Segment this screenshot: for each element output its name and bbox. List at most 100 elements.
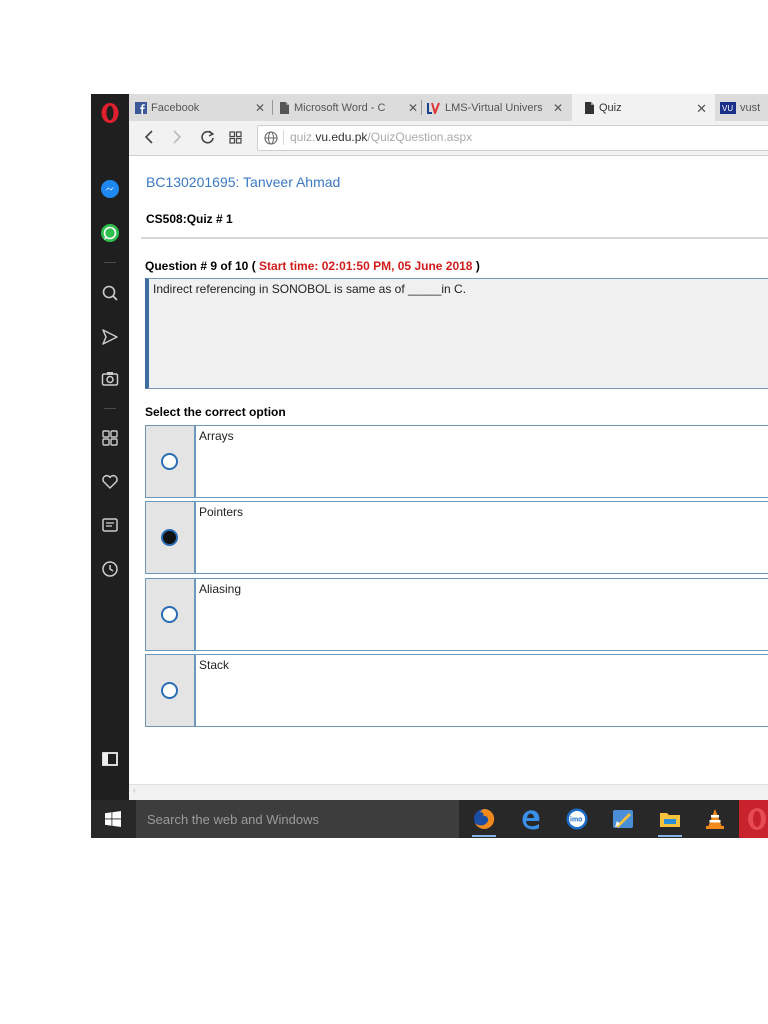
option-cell[interactable]: Pointers bbox=[195, 501, 768, 574]
close-tab-icon[interactable]: ✕ bbox=[408, 101, 418, 115]
taskbar-search[interactable]: Search the web and Windows bbox=[136, 800, 459, 838]
back-button[interactable] bbox=[139, 127, 159, 147]
question-box: Indirect referencing in SONOBOL is same … bbox=[145, 278, 768, 389]
forward-button[interactable] bbox=[167, 127, 187, 147]
paint-icon[interactable] bbox=[611, 807, 635, 831]
svg-text:VU: VU bbox=[722, 104, 733, 113]
messenger-icon[interactable] bbox=[100, 179, 120, 199]
sidebar-toggle-icon[interactable] bbox=[100, 749, 120, 769]
scroll-left-icon[interactable]: ‹ bbox=[133, 785, 136, 795]
opera-icon bbox=[748, 808, 766, 830]
option-row[interactable]: Stack bbox=[145, 654, 768, 727]
option-label: Stack bbox=[199, 658, 230, 672]
reload-button[interactable] bbox=[197, 127, 217, 147]
opera-logo-icon[interactable] bbox=[100, 102, 120, 124]
sidebar-divider bbox=[104, 408, 116, 409]
option-cell[interactable]: Aliasing bbox=[195, 578, 768, 651]
tab-label: Microsoft Word - C bbox=[294, 101, 386, 114]
radio-cell[interactable] bbox=[145, 501, 195, 574]
close-tab-icon[interactable]: ✕ bbox=[553, 101, 563, 115]
navigation-bar: quiz.vu.edu.pk/QuizQuestion.aspx bbox=[129, 121, 768, 156]
option-cell[interactable]: Stack bbox=[195, 654, 768, 727]
option-label: Arrays bbox=[199, 429, 234, 443]
opera-sidebar bbox=[91, 94, 129, 800]
radio-button[interactable] bbox=[161, 453, 178, 470]
tab-quiz[interactable]: Quiz ✕ bbox=[572, 94, 715, 121]
windows-start-icon[interactable] bbox=[105, 811, 121, 827]
vlc-icon[interactable] bbox=[703, 807, 727, 831]
document-icon bbox=[585, 101, 594, 114]
select-option-heading: Select the correct option bbox=[145, 405, 286, 419]
quiz-title: CS508:Quiz # 1 bbox=[146, 212, 233, 226]
windows-taskbar: Search the web and Windows imo bbox=[91, 800, 768, 838]
firefox-icon[interactable] bbox=[472, 807, 496, 831]
active-app-indicator bbox=[658, 835, 682, 837]
imo-icon[interactable]: imo bbox=[565, 807, 589, 831]
question-header: Question # 9 of 10 ( Start time: 02:01:5… bbox=[145, 259, 480, 273]
url-prefix: quiz. bbox=[290, 130, 316, 144]
send-icon[interactable] bbox=[100, 327, 120, 347]
search-icon[interactable] bbox=[100, 283, 120, 303]
speed-dial-button[interactable] bbox=[225, 127, 245, 147]
quiz-page: BC130201695: Tanveer Ahmad CS508:Quiz # … bbox=[129, 156, 768, 784]
vu-logo-icon: VU bbox=[720, 101, 736, 114]
opera-taskbar-button[interactable] bbox=[739, 800, 768, 838]
document-icon bbox=[280, 101, 289, 114]
tab-label: LMS-Virtual Univers bbox=[445, 101, 543, 114]
option-row[interactable]: Arrays bbox=[145, 425, 768, 498]
student-name: BC130201695: Tanveer Ahmad bbox=[146, 174, 341, 190]
option-label: Aliasing bbox=[199, 582, 242, 596]
horizontal-scrollbar[interactable]: ‹ bbox=[129, 784, 768, 801]
url-path: /QuizQuestion.aspx bbox=[367, 130, 473, 144]
radio-cell[interactable] bbox=[145, 654, 195, 727]
address-divider bbox=[283, 130, 284, 145]
camera-icon[interactable] bbox=[100, 369, 120, 389]
tab-microsoft-word[interactable]: Microsoft Word - C ✕ bbox=[278, 94, 418, 121]
sidebar-divider bbox=[104, 262, 116, 263]
close-tab-icon[interactable]: ✕ bbox=[255, 101, 265, 115]
chevron-left-icon bbox=[144, 130, 153, 144]
option-row[interactable]: Pointers bbox=[145, 501, 768, 574]
chevron-right-icon bbox=[173, 130, 182, 144]
close-tab-icon[interactable]: ✕ bbox=[696, 101, 707, 117]
tab-lms[interactable]: LMS-Virtual Univers ✕ bbox=[427, 94, 567, 121]
option-label: Pointers bbox=[199, 505, 244, 519]
tab-strip: Facebook ✕ Microsoft Word - C ✕ LMS-Virt… bbox=[129, 94, 768, 121]
edge-icon[interactable] bbox=[519, 807, 543, 831]
radio-cell[interactable] bbox=[145, 578, 195, 651]
radio-cell[interactable] bbox=[145, 425, 195, 498]
speed-dial-icon[interactable] bbox=[100, 428, 120, 448]
tab-label: Quiz bbox=[599, 101, 622, 114]
tab-label: Facebook bbox=[151, 101, 200, 114]
option-cell[interactable]: Arrays bbox=[195, 425, 768, 498]
radio-button-selected[interactable] bbox=[161, 529, 178, 546]
globe-icon bbox=[264, 131, 278, 145]
grid-icon bbox=[228, 130, 242, 144]
url-text: quiz.vu.edu.pk/QuizQuestion.aspx bbox=[290, 130, 472, 144]
address-bar[interactable]: quiz.vu.edu.pk/QuizQuestion.aspx bbox=[257, 125, 768, 151]
active-app-indicator bbox=[472, 835, 496, 837]
screenshot: Facebook ✕ Microsoft Word - C ✕ LMS-Virt… bbox=[91, 94, 768, 838]
heart-icon[interactable] bbox=[100, 472, 120, 492]
facebook-icon bbox=[135, 101, 147, 114]
tab-vust[interactable]: VU vust bbox=[720, 94, 768, 121]
radio-button[interactable] bbox=[161, 682, 178, 699]
reload-icon bbox=[200, 129, 214, 144]
file-explorer-icon[interactable] bbox=[658, 807, 682, 831]
lms-icon bbox=[427, 102, 440, 114]
tab-facebook[interactable]: Facebook ✕ bbox=[135, 94, 269, 121]
history-clock-icon[interactable] bbox=[100, 559, 120, 579]
question-header-close: ) bbox=[475, 259, 480, 273]
tab-divider bbox=[272, 100, 273, 115]
search-placeholder: Search the web and Windows bbox=[147, 812, 319, 827]
svg-text:imo: imo bbox=[570, 817, 582, 824]
divider bbox=[141, 237, 768, 239]
tab-divider bbox=[421, 100, 422, 115]
whatsapp-icon[interactable] bbox=[100, 223, 120, 243]
news-icon[interactable] bbox=[100, 515, 120, 535]
option-row[interactable]: Aliasing bbox=[145, 578, 768, 651]
radio-button[interactable] bbox=[161, 606, 178, 623]
url-domain: vu.edu.pk bbox=[315, 130, 368, 144]
tab-label: vust bbox=[740, 101, 761, 114]
question-text: Indirect referencing in SONOBOL is same … bbox=[153, 282, 467, 296]
